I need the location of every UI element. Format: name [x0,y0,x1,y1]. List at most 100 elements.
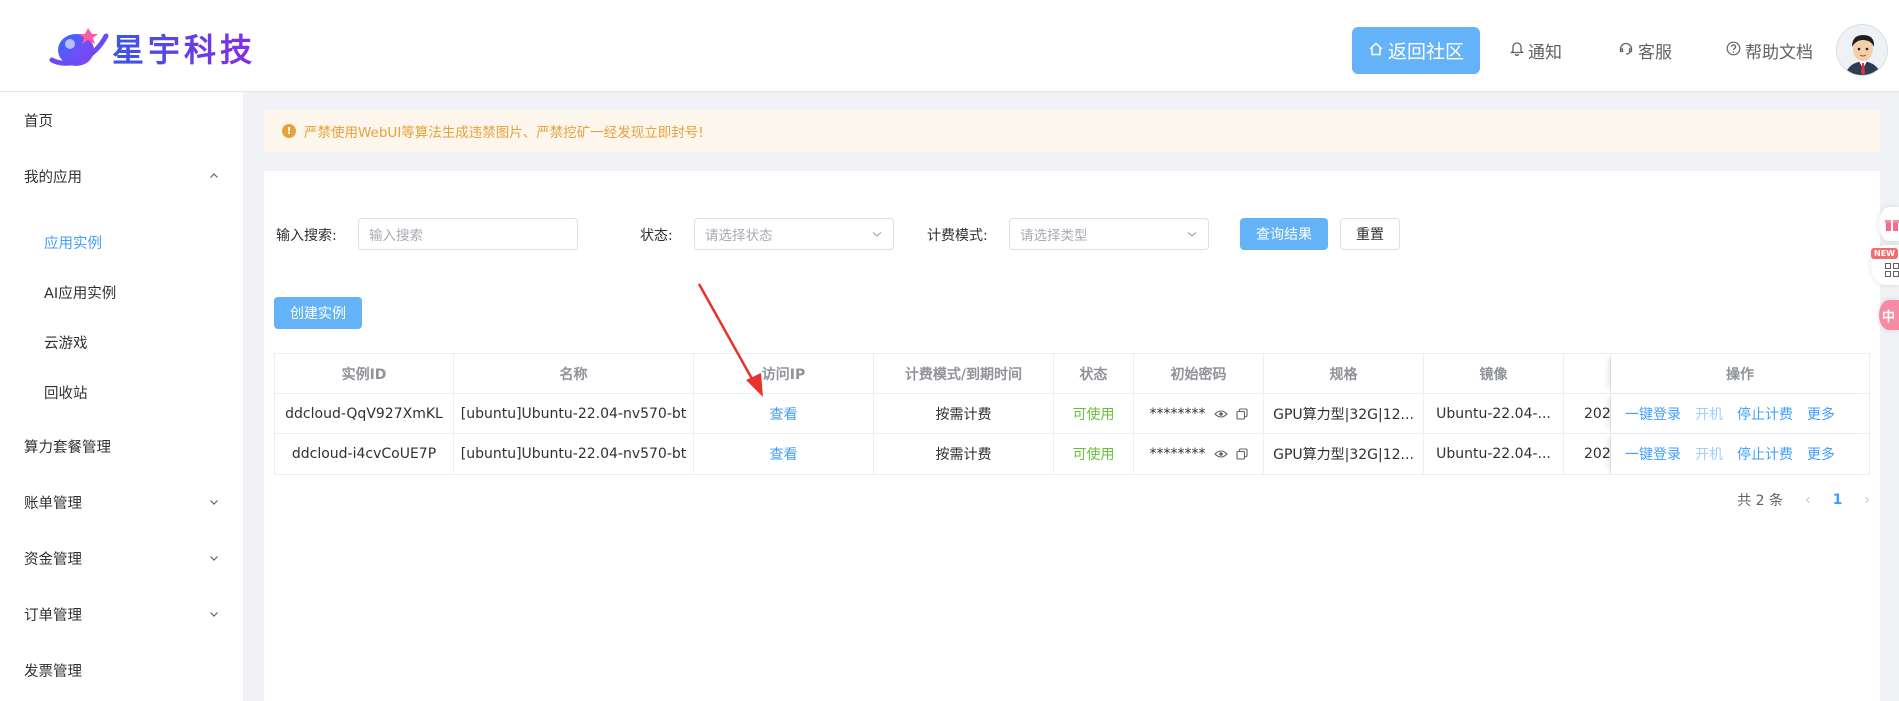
warning-icon: ! [282,124,296,138]
sidebar-item-app-instances[interactable]: 应用实例 [0,214,243,270]
top-header: 星宇科技 返回社区 通知 客服 帮助文档 [0,0,1899,92]
column-header-initial-password: 初始密码 [1134,354,1264,393]
power-on-button[interactable]: 开机 [1695,404,1723,424]
copy-icon[interactable] [1235,448,1248,460]
column-header-image: 镜像 [1424,354,1564,393]
sidebar-item-home[interactable]: 首页 [0,92,243,148]
column-header-actions: 操作 [1611,354,1869,393]
help-docs-link[interactable]: 帮助文档 [1726,27,1813,74]
more-button[interactable]: 更多 [1807,404,1835,424]
back-to-community-label: 返回社区 [1387,41,1464,63]
brand-logo[interactable]: 星宇科技 [48,22,256,74]
logo-mark-icon [48,22,110,74]
cell-status: 可使用 [1054,394,1134,433]
brand-name: 星宇科技 [112,25,256,71]
cell-instance-id: ddcloud-i4cvCoUE7P [275,434,454,474]
one-click-login-button[interactable]: 一键登录 [1625,444,1681,464]
sidebar: 首页 我的应用 应用实例 AI应用实例 云游戏 回收站 算力套餐管理 账单管理 … [0,92,243,701]
stop-billing-button[interactable]: 停止计费 [1737,444,1793,464]
cell-spec: GPU算力型|32G|12... [1264,394,1424,433]
search-input-placeholder: 输入搜索 [369,228,423,244]
home-icon [1368,40,1384,62]
notification-link[interactable]: 通知 [1509,27,1562,74]
cell-name: [ubuntu]Ubuntu-22.04-nv570-bt [454,394,694,433]
sidebar-item-recycle-bin[interactable]: 回收站 [0,364,243,420]
sidebar-item-label: 首页 [24,113,53,130]
page-number-current[interactable]: 1 [1833,492,1843,508]
query-button[interactable]: 查询结果 [1240,218,1328,250]
cell-billing: 按需计费 [874,434,1054,474]
sidebar-item-funds[interactable]: 资金管理 [0,530,243,586]
table-header-row: 实例ID 名称 访问IP 计费模式/到期时间 状态 初始密码 规格 镜像 操作 [275,354,1869,394]
billing-mode-select[interactable]: 请选择类型 [1009,218,1209,250]
billing-mode-select-placeholder: 请选择类型 [1020,228,1088,244]
table-row: ddcloud-i4cvCoUE7P [ubuntu]Ubuntu-22.04-… [275,434,1869,474]
floating-apps-button[interactable]: NEW [1871,245,1899,285]
prev-page-icon[interactable]: ‹ [1805,492,1811,508]
cell-extra: 202 [1564,434,1611,474]
customer-service-link[interactable]: 客服 [1618,27,1672,74]
search-input[interactable]: 输入搜索 [358,218,578,250]
cell-actions: 一键登录 开机 停止计费 更多 [1611,434,1869,474]
search-label: 输入搜索: [276,228,337,244]
new-badge: NEW [1871,248,1898,259]
notification-label: 通知 [1528,43,1562,63]
gift-icon [1885,220,1899,231]
pagination: 共 2 条 ‹ 1 › [1737,490,1870,510]
more-button[interactable]: 更多 [1807,444,1835,464]
sidebar-item-label: 发票管理 [24,663,82,680]
instances-table: 实例ID 名称 访问IP 计费模式/到期时间 状态 初始密码 规格 镜像 操作 … [274,353,1870,475]
cell-password: ******** [1149,405,1206,422]
help-docs-label: 帮助文档 [1745,43,1813,63]
sidebar-item-cloud-games[interactable]: 云游戏 [0,314,243,370]
sidebar-item-label: 账单管理 [24,495,82,512]
cell-image: Ubuntu-22.04-... [1424,434,1564,474]
create-instance-button[interactable]: 创建实例 [274,297,362,329]
headset-icon [1618,40,1634,61]
cell-instance-id: ddcloud-QqV927XmKL [275,394,454,433]
sidebar-item-my-apps[interactable]: 我的应用 [0,148,243,204]
column-header-instance-id: 实例ID [275,354,454,393]
stop-billing-button[interactable]: 停止计费 [1737,404,1793,424]
one-click-login-button[interactable]: 一键登录 [1625,404,1681,424]
status-select[interactable]: 请选择状态 [694,218,894,250]
sidebar-item-invoices[interactable]: 发票管理 [0,642,243,698]
sidebar-item-label: 应用实例 [44,235,102,252]
sidebar-item-label: 云游戏 [44,335,88,352]
column-header-billing: 计费模式/到期时间 [874,354,1054,393]
sidebar-item-label: 我的应用 [24,169,82,186]
sidebar-item-compute-packages[interactable]: 算力套餐管理 [0,418,243,474]
reset-button[interactable]: 重置 [1340,218,1400,250]
chevron-down-icon [1187,232,1197,237]
floating-gift-button[interactable] [1879,207,1899,241]
red-annotation-arrow [697,283,763,397]
chevron-up-icon [210,173,218,178]
warning-alert: ! 严禁使用WebUI等算法生成违禁图片、严禁挖矿一经发现立即封号! [264,110,1880,152]
copy-icon[interactable] [1235,407,1248,420]
view-ip-link[interactable]: 查看 [770,444,798,464]
user-avatar[interactable] [1836,24,1888,76]
status-select-placeholder: 请选择状态 [705,228,773,244]
view-ip-link[interactable]: 查看 [770,404,798,424]
next-page-icon[interactable]: › [1864,492,1870,508]
eye-icon[interactable] [1213,409,1228,419]
table-row: ddcloud-QqV927XmKL [ubuntu]Ubuntu-22.04-… [275,394,1869,434]
cell-extra: 202 [1564,394,1611,433]
sidebar-item-ai-app-instances[interactable]: AI应用实例 [0,264,243,320]
language-label: 中 [1882,310,1896,325]
cell-name: [ubuntu]Ubuntu-22.04-nv570-bt [454,434,694,474]
power-on-button[interactable]: 开机 [1695,444,1723,464]
cell-image: Ubuntu-22.04-... [1424,394,1564,433]
cell-status: 可使用 [1054,434,1134,474]
sidebar-item-label: AI应用实例 [44,285,117,302]
sidebar-item-label: 订单管理 [24,607,82,624]
chevron-down-icon [872,232,882,237]
sidebar-item-billing[interactable]: 账单管理 [0,474,243,530]
chevron-down-icon [210,556,218,561]
billing-mode-label: 计费模式: [927,228,988,244]
back-to-community-button[interactable]: 返回社区 [1352,27,1480,74]
eye-icon[interactable] [1213,449,1228,459]
cell-spec: GPU算力型|32G|12... [1264,434,1424,474]
floating-language-button[interactable]: 中 [1879,300,1899,330]
sidebar-item-orders[interactable]: 订单管理 [0,586,243,642]
